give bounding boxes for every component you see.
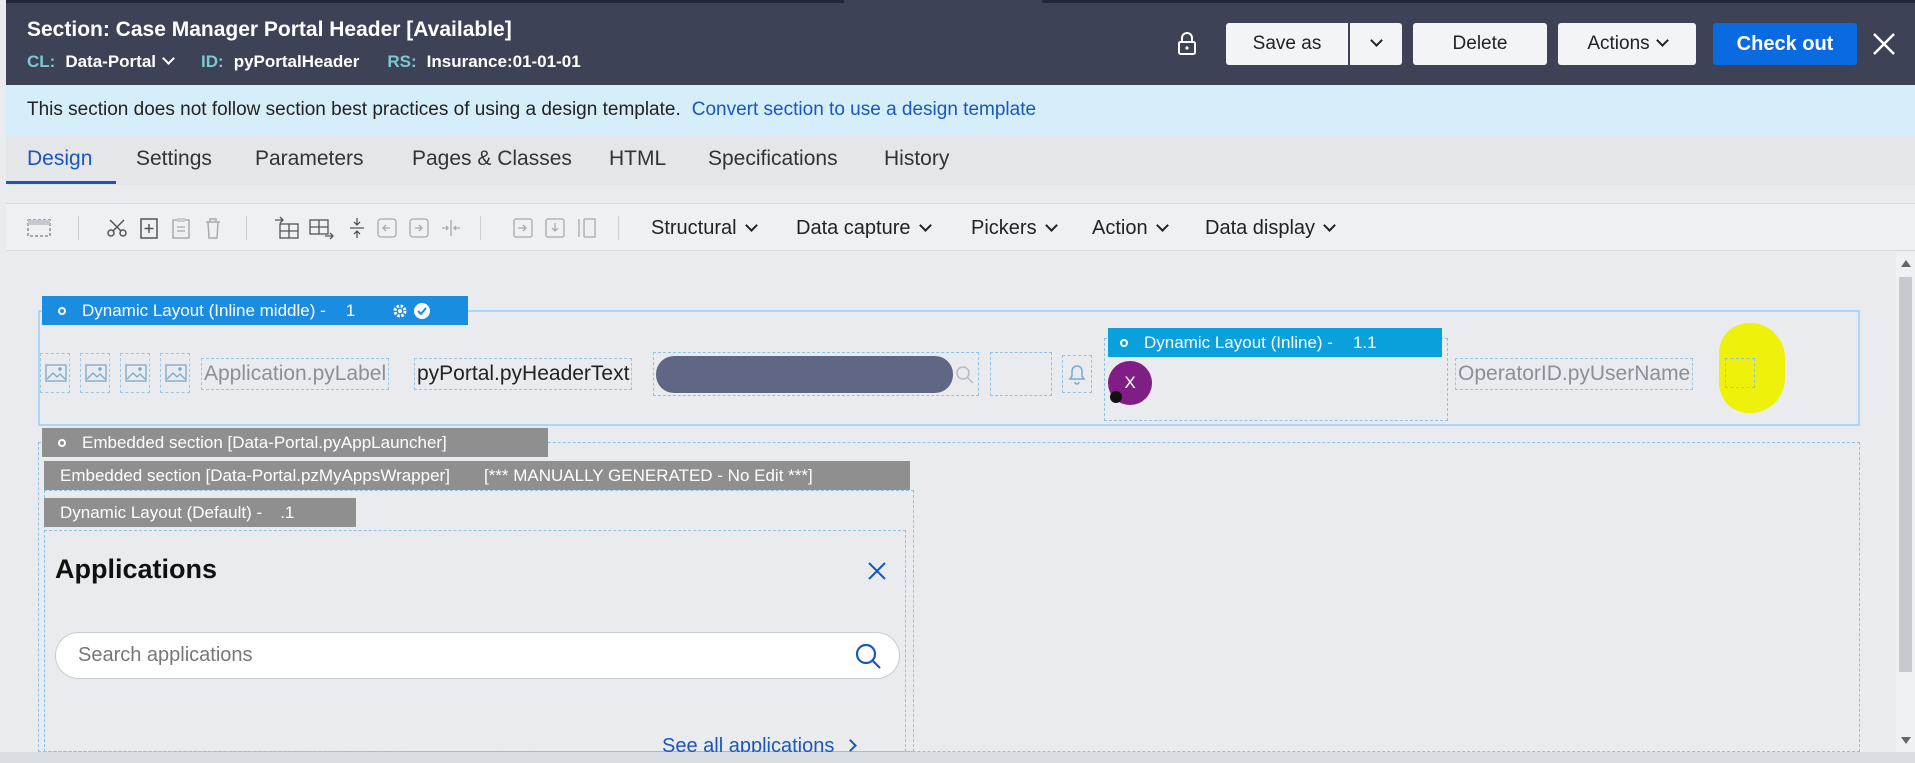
embedded-my-apps-label[interactable]: Embedded section [Data-Portal.pzMyAppsWr… [44, 461, 910, 490]
chevron-down-icon [744, 219, 758, 232]
active-tab-indicator [6, 181, 116, 184]
pickers-menu[interactable]: Pickers [971, 217, 1058, 240]
delete-button[interactable]: Delete [1413, 23, 1547, 65]
tab-design[interactable]: Design [27, 147, 92, 171]
status-dot [1110, 391, 1122, 403]
operator-username-field[interactable]: OperatorID.pyUserName [1455, 358, 1694, 390]
search-applications-placeholder: Search applications [78, 644, 253, 666]
cl-dropdown[interactable]: Data-Portal [65, 52, 175, 72]
image-placeholder-icon[interactable] [80, 353, 110, 393]
empty-placeholder[interactable] [990, 352, 1052, 396]
vertical-scrollbar[interactable] [1896, 252, 1915, 752]
chevron-down-icon [1155, 219, 1169, 232]
actions-button[interactable]: Actions [1558, 23, 1696, 65]
columns-icon[interactable] [576, 216, 598, 240]
tab-specifications[interactable]: Specifications [708, 147, 838, 171]
tab-html[interactable]: HTML [609, 147, 666, 171]
cut-icon[interactable] [106, 216, 128, 240]
scroll-thumb[interactable] [1899, 277, 1912, 672]
convert-template-link[interactable]: Convert section to use a design template [692, 99, 1036, 121]
save-as-button[interactable]: Save as [1226, 23, 1348, 65]
tab-settings[interactable]: Settings [136, 147, 212, 171]
split-icon[interactable] [440, 216, 462, 240]
image-placeholder-icon[interactable] [160, 353, 190, 393]
select-layout-icon[interactable] [26, 216, 52, 240]
chevron-down-icon [1044, 219, 1058, 232]
banner-message: This section does not follow section bes… [27, 99, 681, 120]
close-icon[interactable] [866, 560, 888, 582]
best-practice-banner: This section does not follow section bes… [6, 85, 1915, 135]
insert-column-icon[interactable] [308, 216, 334, 240]
id-label: ID: [201, 52, 224, 71]
indent-icon[interactable] [512, 216, 534, 240]
id-value: pyPortalHeader [233, 52, 360, 71]
application-label-field[interactable]: Application.pyLabel [201, 358, 390, 390]
gear-icon[interactable] [391, 302, 409, 320]
search-icon [956, 366, 974, 384]
dynamic-layout-1-label[interactable]: Dynamic Layout (Inline middle) - 1 [42, 296, 468, 325]
page-title: Section: Case Manager Portal Header [Ava… [27, 18, 512, 41]
paste-icon[interactable] [170, 216, 192, 240]
header-text-field[interactable]: pyPortal.pyHeaderText [414, 358, 633, 390]
rs-label: RS: [387, 52, 417, 71]
applications-title: Applications [55, 554, 218, 584]
structural-menu[interactable]: Structural [651, 217, 758, 240]
data-display-menu[interactable]: Data display [1205, 217, 1336, 240]
check-circle-icon[interactable] [413, 302, 431, 320]
horizontal-scrollbar[interactable] [0, 752, 1915, 763]
dynamic-layout-default-label[interactable]: Dynamic Layout (Default) - .1 [44, 498, 356, 527]
scroll-down-icon[interactable] [1901, 737, 1911, 744]
layout-handle-icon [58, 438, 66, 447]
chevron-right-icon [844, 739, 858, 752]
image-placeholder-icon[interactable] [40, 353, 70, 393]
move-left-icon[interactable] [376, 216, 398, 240]
chevron-down-icon [1323, 219, 1336, 232]
check-out-button[interactable]: Check out [1713, 23, 1857, 65]
dynamic-layout-1-1-label[interactable]: Dynamic Layout (Inline) - 1.1 [1108, 328, 1442, 357]
section-meta: CL: Data-Portal ID: pyPortalHeader RS: I… [27, 52, 609, 72]
scroll-up-icon[interactable] [1901, 260, 1911, 267]
data-capture-menu[interactable]: Data capture [796, 217, 932, 240]
chevron-down-icon [162, 52, 175, 65]
app-root: Section: Case Manager Portal Header [Ava… [0, 0, 1915, 763]
save-as-menu-button[interactable] [1350, 23, 1402, 65]
chevron-down-icon [1655, 33, 1669, 47]
header-search-input[interactable] [656, 356, 953, 393]
copy-icon[interactable] [138, 216, 160, 240]
bell-icon[interactable] [1066, 362, 1088, 386]
move-right-icon[interactable] [408, 216, 430, 240]
merge-icon[interactable] [346, 216, 368, 240]
cl-label: CL: [27, 52, 56, 71]
search-applications-input[interactable]: Search applications [55, 632, 900, 679]
chevron-down-icon [918, 219, 932, 232]
chevron-down-icon [1369, 33, 1383, 47]
close-icon[interactable] [1869, 29, 1899, 59]
tab-history[interactable]: History [884, 147, 949, 171]
design-toolbar: Structural Data capture Pickers Action D… [6, 203, 1915, 251]
tab-bar: Design Settings Parameters Pages & Class… [6, 135, 1915, 185]
delete-icon[interactable] [202, 216, 224, 240]
embedded-app-launcher-label[interactable]: Embedded section [Data-Portal.pyAppLaunc… [42, 428, 548, 457]
insert-row-icon[interactable] [274, 216, 300, 240]
action-menu[interactable]: Action [1092, 217, 1169, 240]
empty-control-placeholder[interactable] [1725, 358, 1755, 388]
image-placeholder-icon[interactable] [120, 353, 150, 393]
section-header: Section: Case Manager Portal Header [Ava… [6, 0, 1915, 85]
tab-pages-classes[interactable]: Pages & Classes [412, 147, 572, 171]
tab-parameters[interactable]: Parameters [255, 147, 364, 171]
rs-value: Insurance:01-01-01 [426, 52, 581, 71]
layout-handle-icon [1120, 338, 1128, 347]
layout-handle-icon [58, 306, 66, 315]
lock-icon[interactable] [1177, 32, 1197, 56]
search-icon[interactable] [854, 642, 882, 670]
move-down-icon[interactable] [544, 216, 566, 240]
